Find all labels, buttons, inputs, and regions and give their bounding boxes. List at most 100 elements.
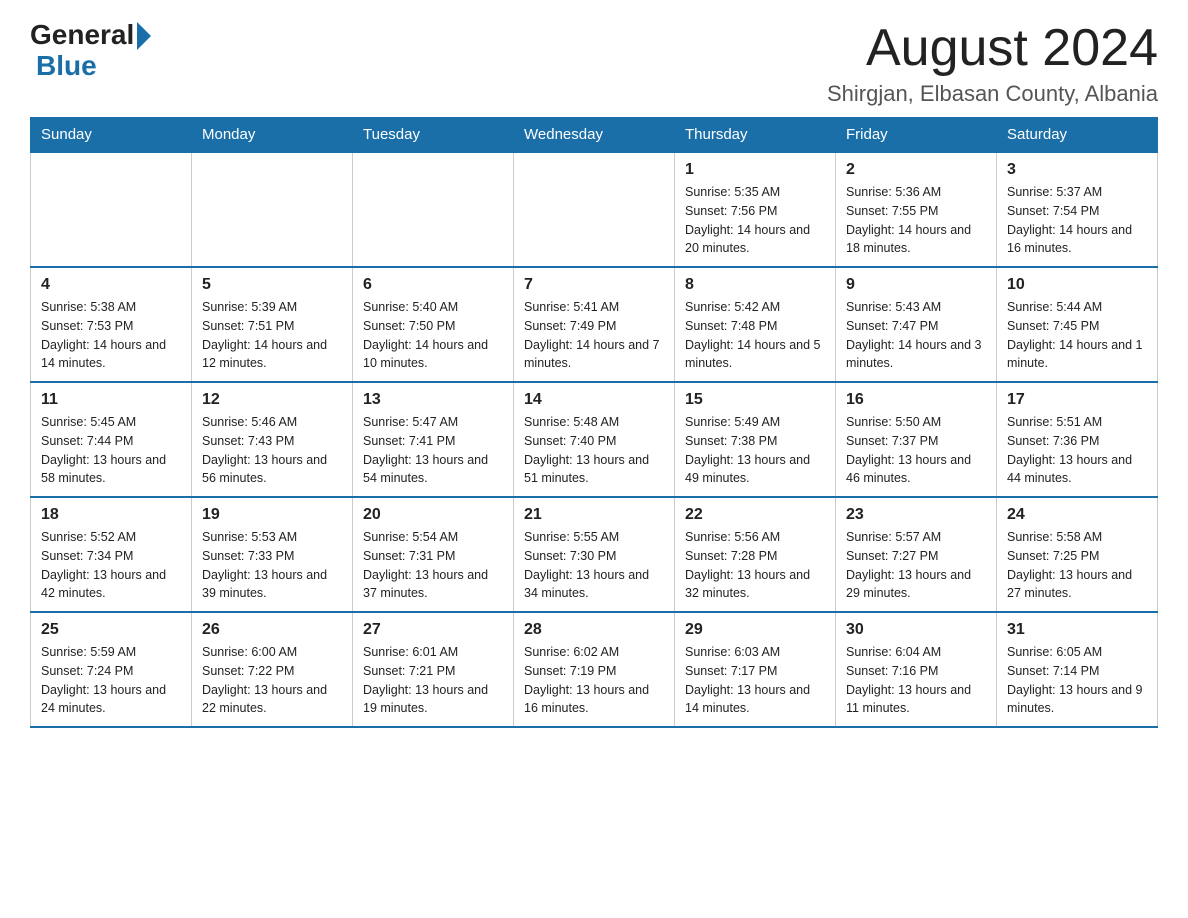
main-title: August 2024 [827, 20, 1158, 77]
day-info: Sunrise: 5:35 AM Sunset: 7:56 PM Dayligh… [685, 183, 825, 258]
day-info: Sunrise: 5:52 AM Sunset: 7:34 PM Dayligh… [41, 528, 181, 603]
calendar-week-3: 11Sunrise: 5:45 AM Sunset: 7:44 PM Dayli… [31, 382, 1158, 497]
calendar-cell [353, 152, 514, 267]
calendar-cell: 20 Sunrise: 5:54 AM Sunset: 7:31 PM Dayli… [353, 497, 514, 612]
day-number: 21 [524, 506, 664, 524]
calendar-cell: 13 Sunrise: 5:47 AM Sunset: 7:41 PM Dayli… [353, 382, 514, 497]
calendar-cell [31, 152, 192, 267]
calendar-cell [192, 152, 353, 267]
logo-general-text: General [30, 20, 134, 51]
day-info: Sunrise: 6:05 AM Sunset: 7:14 PM Dayligh… [1007, 643, 1147, 718]
day-info: Sunrise: 6:03 AM Sunset: 7:17 PM Dayligh… [685, 643, 825, 718]
day-info: Sunrise: 6:00 AM Sunset: 7:22 PM Dayligh… [202, 643, 342, 718]
calendar-cell: 31Sunrise: 6:05 AM Sunset: 7:14 PM Dayli… [997, 612, 1158, 727]
day-info: Sunrise: 5:47 AM Sunset: 7:41 PM Dayligh… [363, 413, 503, 488]
calendar-header-wednesday: Wednesday [514, 118, 675, 153]
day-info: Sunrise: 5:39 AM Sunset: 7:51 PM Dayligh… [202, 298, 342, 373]
day-info: Sunrise: 5:37 AM Sunset: 7:54 PM Dayligh… [1007, 183, 1147, 258]
day-info: Sunrise: 6:01 AM Sunset: 7:21 PM Dayligh… [363, 643, 503, 718]
page-header: General Blue August 2024 Shirgjan, Elbas… [30, 20, 1158, 107]
day-info: Sunrise: 5:49 AM Sunset: 7:38 PM Dayligh… [685, 413, 825, 488]
day-number: 5 [202, 276, 342, 294]
day-number: 12 [202, 391, 342, 409]
calendar-week-5: 25Sunrise: 5:59 AM Sunset: 7:24 PM Dayli… [31, 612, 1158, 727]
calendar-cell: 3Sunrise: 5:37 AM Sunset: 7:54 PM Daylig… [997, 152, 1158, 267]
calendar-cell: 10Sunrise: 5:44 AM Sunset: 7:45 PM Dayli… [997, 267, 1158, 382]
day-info: Sunrise: 5:57 AM Sunset: 7:27 PM Dayligh… [846, 528, 986, 603]
day-number: 26 [202, 621, 342, 639]
day-info: Sunrise: 5:46 AM Sunset: 7:43 PM Dayligh… [202, 413, 342, 488]
calendar-header-monday: Monday [192, 118, 353, 153]
day-number: 14 [524, 391, 664, 409]
calendar-week-2: 4 Sunrise: 5:38 AM Sunset: 7:53 PM Daylig… [31, 267, 1158, 382]
day-info: Sunrise: 5:50 AM Sunset: 7:37 PM Dayligh… [846, 413, 986, 488]
calendar-cell: 25Sunrise: 5:59 AM Sunset: 7:24 PM Dayli… [31, 612, 192, 727]
day-info: Sunrise: 5:36 AM Sunset: 7:55 PM Dayligh… [846, 183, 986, 258]
day-info: Sunrise: 5:54 AM Sunset: 7:31 PM Dayligh… [363, 528, 503, 603]
day-number: 27 [363, 621, 503, 639]
logo-blue-text: Blue [36, 51, 97, 82]
day-number: 15 [685, 391, 825, 409]
day-number: 9 [846, 276, 986, 294]
calendar-header-friday: Friday [836, 118, 997, 153]
calendar-cell: 24 Sunrise: 5:58 AM Sunset: 7:25 PM Dayli… [997, 497, 1158, 612]
day-info: Sunrise: 5:53 AM Sunset: 7:33 PM Dayligh… [202, 528, 342, 603]
calendar-cell: 14Sunrise: 5:48 AM Sunset: 7:40 PM Dayli… [514, 382, 675, 497]
calendar-cell: 2 Sunrise: 5:36 AM Sunset: 7:55 PM Daylig… [836, 152, 997, 267]
day-number: 16 [846, 391, 986, 409]
day-info: Sunrise: 5:41 AM Sunset: 7:49 PM Dayligh… [524, 298, 664, 373]
day-number: 10 [1007, 276, 1147, 294]
day-number: 19 [202, 506, 342, 524]
day-number: 1 [685, 161, 825, 179]
calendar-header-sunday: Sunday [31, 118, 192, 153]
calendar-cell: 1 Sunrise: 5:35 AM Sunset: 7:56 PM Daylig… [675, 152, 836, 267]
day-number: 17 [1007, 391, 1147, 409]
day-info: Sunrise: 5:40 AM Sunset: 7:50 PM Dayligh… [363, 298, 503, 373]
day-info: Sunrise: 5:58 AM Sunset: 7:25 PM Dayligh… [1007, 528, 1147, 603]
calendar-cell: 12 Sunrise: 5:46 AM Sunset: 7:43 PM Dayli… [192, 382, 353, 497]
calendar-header-thursday: Thursday [675, 118, 836, 153]
calendar-cell: 8 Sunrise: 5:42 AM Sunset: 7:48 PM Daylig… [675, 267, 836, 382]
day-number: 4 [41, 276, 181, 294]
day-number: 24 [1007, 506, 1147, 524]
calendar-cell: 21 Sunrise: 5:55 AM Sunset: 7:30 PM Dayli… [514, 497, 675, 612]
day-info: Sunrise: 5:38 AM Sunset: 7:53 PM Dayligh… [41, 298, 181, 373]
calendar-cell: 28Sunrise: 6:02 AM Sunset: 7:19 PM Dayli… [514, 612, 675, 727]
calendar-cell: 15 Sunrise: 5:49 AM Sunset: 7:38 PM Dayli… [675, 382, 836, 497]
calendar-cell: 7Sunrise: 5:41 AM Sunset: 7:49 PM Daylig… [514, 267, 675, 382]
logo-arrow-icon [137, 22, 151, 50]
calendar-cell: 4 Sunrise: 5:38 AM Sunset: 7:53 PM Daylig… [31, 267, 192, 382]
day-number: 6 [363, 276, 503, 294]
day-number: 20 [363, 506, 503, 524]
calendar-week-4: 18 Sunrise: 5:52 AM Sunset: 7:34 PM Dayli… [31, 497, 1158, 612]
day-info: Sunrise: 5:55 AM Sunset: 7:30 PM Dayligh… [524, 528, 664, 603]
calendar-cell: 6 Sunrise: 5:40 AM Sunset: 7:50 PM Daylig… [353, 267, 514, 382]
day-info: Sunrise: 5:59 AM Sunset: 7:24 PM Dayligh… [41, 643, 181, 718]
day-info: Sunrise: 6:02 AM Sunset: 7:19 PM Dayligh… [524, 643, 664, 718]
calendar-cell: 18 Sunrise: 5:52 AM Sunset: 7:34 PM Dayli… [31, 497, 192, 612]
calendar-table: SundayMondayTuesdayWednesdayThursdayFrid… [30, 117, 1158, 728]
calendar-cell: 19 Sunrise: 5:53 AM Sunset: 7:33 PM Dayli… [192, 497, 353, 612]
day-info: Sunrise: 5:43 AM Sunset: 7:47 PM Dayligh… [846, 298, 986, 373]
calendar-cell: 11Sunrise: 5:45 AM Sunset: 7:44 PM Dayli… [31, 382, 192, 497]
logo: General Blue [30, 20, 151, 82]
day-info: Sunrise: 5:42 AM Sunset: 7:48 PM Dayligh… [685, 298, 825, 373]
day-number: 18 [41, 506, 181, 524]
calendar-week-1: 1 Sunrise: 5:35 AM Sunset: 7:56 PM Daylig… [31, 152, 1158, 267]
calendar-cell: 27 Sunrise: 6:01 AM Sunset: 7:21 PM Dayli… [353, 612, 514, 727]
calendar-header-row: SundayMondayTuesdayWednesdayThursdayFrid… [31, 118, 1158, 153]
calendar-cell: 9 Sunrise: 5:43 AM Sunset: 7:47 PM Daylig… [836, 267, 997, 382]
calendar-cell: 17Sunrise: 5:51 AM Sunset: 7:36 PM Dayli… [997, 382, 1158, 497]
day-number: 8 [685, 276, 825, 294]
day-number: 13 [363, 391, 503, 409]
calendar-cell: 16 Sunrise: 5:50 AM Sunset: 7:37 PM Dayli… [836, 382, 997, 497]
calendar-header-tuesday: Tuesday [353, 118, 514, 153]
day-number: 11 [41, 391, 181, 409]
day-number: 29 [685, 621, 825, 639]
day-number: 2 [846, 161, 986, 179]
subtitle: Shirgjan, Elbasan County, Albania [827, 81, 1158, 107]
day-number: 30 [846, 621, 986, 639]
calendar-cell [514, 152, 675, 267]
calendar-cell: 22Sunrise: 5:56 AM Sunset: 7:28 PM Dayli… [675, 497, 836, 612]
calendar-cell: 5 Sunrise: 5:39 AM Sunset: 7:51 PM Daylig… [192, 267, 353, 382]
